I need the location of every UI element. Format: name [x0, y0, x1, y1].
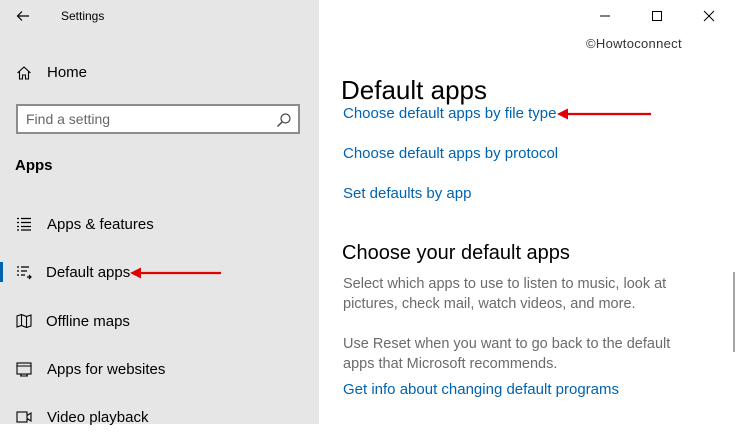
default-apps-icon	[17, 266, 32, 280]
scrollbar[interactable]	[733, 272, 735, 352]
link-choose-by-protocol[interactable]: Choose default apps by protocol	[343, 145, 558, 162]
apps-websites-icon	[16, 362, 32, 377]
sidebar-item-video-playback[interactable]: Video playback	[0, 401, 319, 433]
search-icon[interactable]	[276, 112, 292, 128]
search-box[interactable]	[16, 104, 300, 134]
home-icon	[17, 66, 31, 80]
back-button[interactable]	[10, 4, 36, 28]
maximize-icon	[652, 11, 662, 21]
link-set-defaults-by-app[interactable]: Set defaults by app	[343, 185, 471, 202]
close-button[interactable]	[683, 0, 735, 32]
link-choose-by-file-type[interactable]: Choose default apps by file type	[343, 105, 556, 122]
description-text: Select which apps to use to listen to mu…	[343, 276, 667, 312]
section-title: Apps	[15, 157, 53, 174]
watermark: ©Howtoconnect	[586, 36, 682, 51]
minimize-button[interactable]	[579, 0, 631, 32]
maximize-button[interactable]	[631, 0, 683, 32]
minimize-icon	[600, 15, 610, 17]
sidebar: Settings Home Apps Apps & features Defau…	[0, 0, 319, 426]
reset-info-text: Use Reset when you want to go back to th…	[343, 336, 671, 372]
video-playback-icon	[16, 411, 32, 423]
window-title: Settings	[61, 9, 105, 23]
annotation-arrow	[557, 108, 651, 120]
sidebar-item-apps-for-websites[interactable]: Apps for websites	[0, 353, 319, 385]
back-arrow-icon	[16, 11, 29, 21]
offline-maps-icon	[16, 313, 32, 329]
apps-features-icon	[17, 217, 31, 231]
sidebar-item-label: Default apps	[46, 264, 131, 281]
sidebar-item-apps-features[interactable]: Apps & features	[0, 208, 319, 240]
annotation-arrow	[130, 267, 221, 279]
page-title: Default apps	[341, 75, 487, 106]
sidebar-item-label: Offline maps	[46, 313, 130, 330]
selected-indicator	[0, 262, 3, 282]
home-nav-item[interactable]: Home	[16, 62, 87, 84]
sidebar-item-label: Apps & features	[47, 216, 154, 233]
sidebar-item-offline-maps[interactable]: Offline maps	[0, 305, 319, 337]
link-info-changing-defaults[interactable]: Get info about changing default programs	[343, 381, 619, 398]
close-icon	[703, 10, 715, 22]
search-input[interactable]	[26, 111, 266, 127]
section-subheading: Choose your default apps	[342, 242, 570, 264]
sidebar-item-label: Video playback	[47, 409, 149, 426]
home-label: Home	[47, 64, 88, 81]
caption-buttons	[579, 0, 739, 32]
sidebar-item-label: Apps for websites	[47, 361, 166, 378]
